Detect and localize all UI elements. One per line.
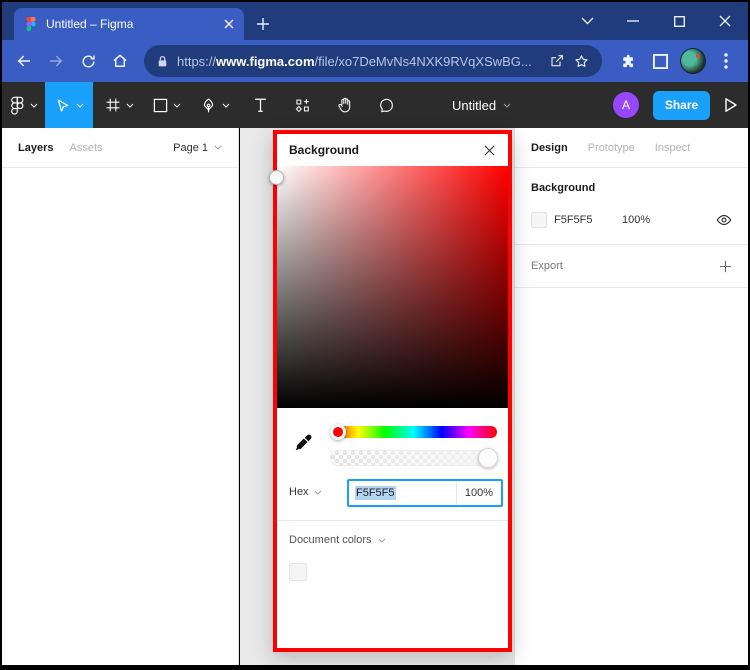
lock-icon [156,54,169,69]
chevron-down-icon [214,145,222,150]
properties-panel: Design Prototype Inspect Background F5F5… [514,128,748,665]
share-button[interactable]: Share [653,91,710,120]
side-panel-icon[interactable] [644,45,676,77]
hex-input[interactable]: F5F5F5 [349,487,456,499]
chevron-down-icon [222,103,230,108]
fill-opacity-value[interactable]: 100% [622,214,650,226]
frame-tool-icon [105,97,121,113]
tab-inspect[interactable]: Inspect [655,142,690,154]
tab-close-icon[interactable] [224,19,234,29]
tab-layers[interactable]: Layers [18,142,53,154]
alpha-slider[interactable] [330,450,497,466]
chevron-down-icon [126,103,134,108]
present-play-icon[interactable] [724,97,738,113]
extensions-puzzle-icon[interactable] [612,45,644,77]
fill-hex-value[interactable]: F5F5F5 [554,214,622,226]
titlebar: Untitled – Figma [2,2,748,40]
figma-main-menu-button[interactable] [2,82,45,128]
pen-tool-icon [200,97,217,114]
add-export-plus-icon[interactable] [719,260,732,273]
hand-tool-icon [336,96,353,114]
document-colors-label: Document colors [289,534,372,546]
tab-design[interactable]: Design [531,142,568,154]
eyedropper-icon[interactable] [293,432,314,453]
color-picker-title: Background [289,143,483,157]
window-menu-chevron-icon[interactable] [564,2,610,40]
export-section-title: Export [531,260,563,272]
fill-color-swatch[interactable] [531,212,547,228]
frame-tool-button[interactable] [95,82,143,128]
forward-icon[interactable] [40,45,72,77]
picker-divider [277,520,508,521]
home-icon[interactable] [104,45,136,77]
shape-tool-button[interactable] [143,82,191,128]
browser-tab[interactable]: Untitled – Figma [14,8,244,40]
chevron-down-icon [314,490,322,495]
move-tool-button[interactable] [45,82,93,128]
hex-input-group: F5F5F5 100% [347,479,503,507]
browser-menu-dots-icon[interactable] [710,45,742,77]
chevron-down-icon [503,103,511,108]
pen-tool-button[interactable] [191,82,239,128]
chevron-down-icon [76,103,84,108]
color-picker-popup: Background Hex [273,130,512,652]
comment-bubble-icon [378,97,395,114]
move-cursor-icon [54,97,71,114]
chevron-down-icon [173,103,181,108]
reload-icon[interactable] [72,45,104,77]
export-section: Export [515,245,748,288]
tab-assets[interactable]: Assets [69,142,102,154]
tab-prototype[interactable]: Prototype [588,142,635,154]
browser-profile-avatar[interactable] [680,48,706,74]
visibility-eye-icon[interactable] [716,214,732,226]
maximize-icon[interactable] [656,2,702,40]
close-window-icon[interactable] [702,2,748,40]
resources-tool-button[interactable] [281,82,323,128]
text-tool-button[interactable] [239,82,281,128]
address-bar[interactable]: https://www.figma.com/file/xo7DeMvNs4NXK… [144,45,602,77]
share-page-icon[interactable] [549,53,565,69]
chevron-down-icon [30,103,38,108]
page-selector[interactable]: Page 1 [173,142,222,154]
back-icon[interactable] [8,45,40,77]
document-color-swatch[interactable] [289,563,307,581]
close-picker-icon[interactable] [483,144,496,157]
document-colors-dropdown[interactable]: Document colors [289,534,386,546]
new-tab-button[interactable] [248,9,278,39]
alpha-slider-knob[interactable] [478,448,498,468]
opacity-input[interactable]: 100% [457,487,501,499]
hex-mode-dropdown[interactable]: Hex [289,486,322,498]
figma-logo-icon [10,96,25,115]
file-name-label: Untitled [452,98,496,113]
minimize-icon[interactable] [610,2,656,40]
tab-title: Untitled – Figma [46,17,216,31]
hue-slider[interactable] [330,426,497,438]
figma-favicon [24,17,38,31]
user-avatar[interactable]: A [613,92,639,118]
page-selector-label: Page 1 [173,142,208,154]
background-section-title: Background [531,182,732,194]
saturation-value-area[interactable] [277,166,508,408]
text-tool-icon [253,97,268,113]
figma-toolbar: Untitled A Share [2,82,748,128]
background-section: Background F5F5F5 100% [515,168,748,245]
file-name-menu[interactable]: Untitled [452,82,511,128]
color-selector-ring[interactable] [269,170,284,185]
browser-navbar: https://www.figma.com/file/xo7DeMvNs4NXK… [2,40,748,82]
bookmark-star-icon[interactable] [573,53,590,70]
browser-window: Untitled – Figma [0,0,750,670]
comment-tool-button[interactable] [365,82,407,128]
resources-icon [294,97,311,114]
layers-panel: Layers Assets Page 1 [2,128,239,665]
url-text: https://www.figma.com/file/xo7DeMvNs4NXK… [177,54,541,69]
hex-mode-label: Hex [289,486,309,498]
background-fill-row: F5F5F5 100% [531,212,732,228]
hue-slider-knob[interactable] [330,424,346,440]
chevron-down-icon [378,538,386,543]
hand-tool-button[interactable] [323,82,365,128]
rectangle-tool-icon [153,98,168,113]
